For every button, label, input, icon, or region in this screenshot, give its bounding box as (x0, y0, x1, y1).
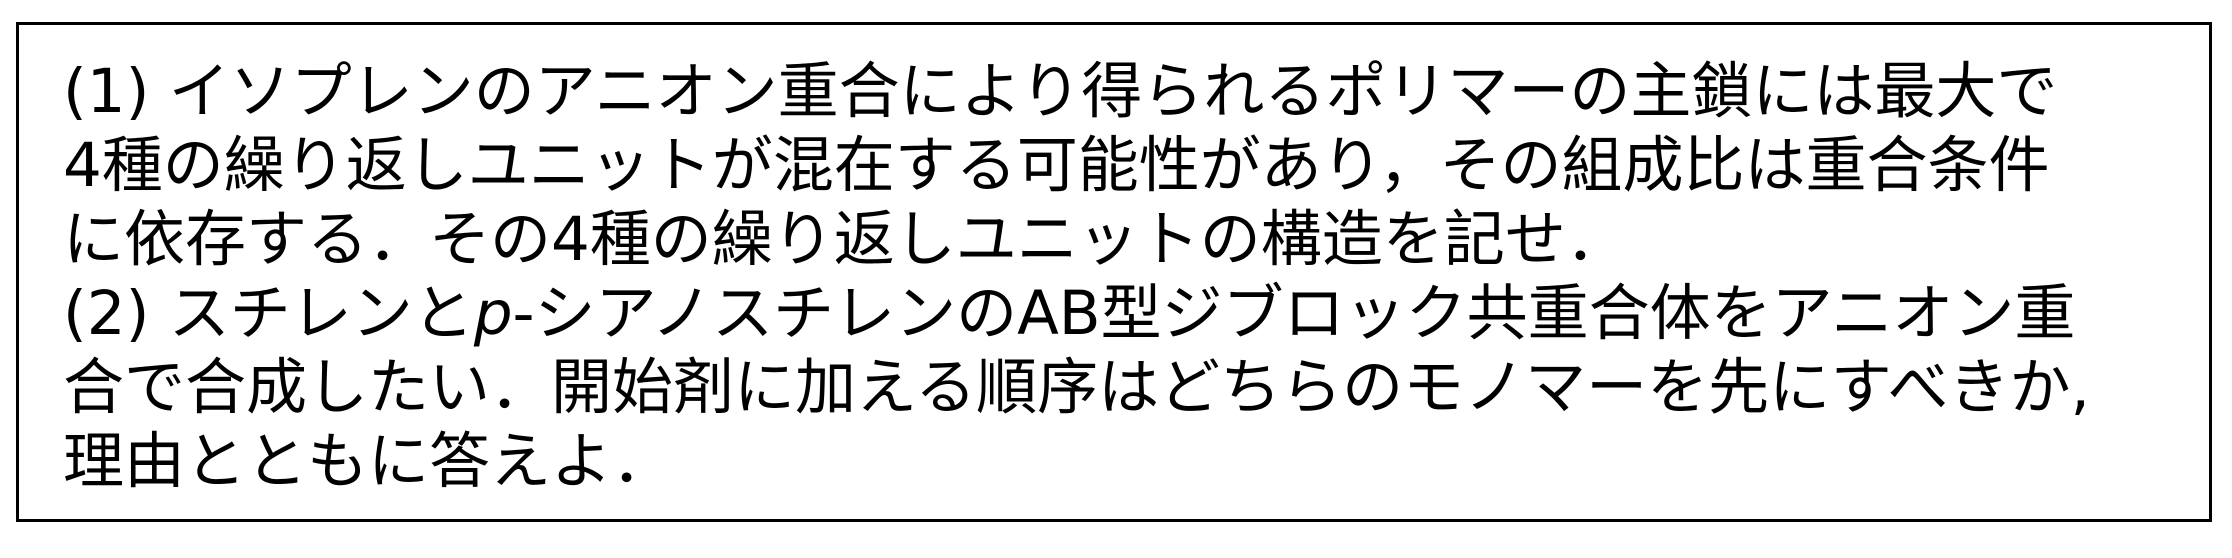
part2-line3: 理由とともに答えよ． (63, 426, 674, 497)
part2-line1: (2) スチレンとp-シアノスチレンのAB型ジブロック共重合体をアニオン重 (63, 277, 2179, 351)
part2-line2: 合で合成したい．開始剤に加える順序はどちらのモノマーを先にすべきか, (63, 352, 2090, 423)
part2-line1-pre: (2) スチレンと (63, 278, 474, 349)
question-text: (1) イソプレンのアニオン重合により得られるポリマーの主鎖には最大で 4種の繰… (63, 55, 2179, 499)
part1-line3: に依存する．その4種の繰り返しユニットの構造を記せ． (63, 204, 1627, 275)
part1-line1: (1) イソプレンのアニオン重合により得られるポリマーの主鎖には最大で (63, 56, 2058, 127)
question-box: (1) イソプレンのアニオン重合により得られるポリマーの主鎖には最大で 4種の繰… (16, 22, 2212, 522)
part1-line2: 4種の繰り返しユニットが混在する可能性があり，その組成比は重合条件 (63, 130, 2050, 201)
part2-line1-post: -シアノスチレンのAB型ジブロック共重合体をアニオン重 (512, 278, 2076, 349)
part2-line1-italic-p: p (473, 278, 513, 349)
